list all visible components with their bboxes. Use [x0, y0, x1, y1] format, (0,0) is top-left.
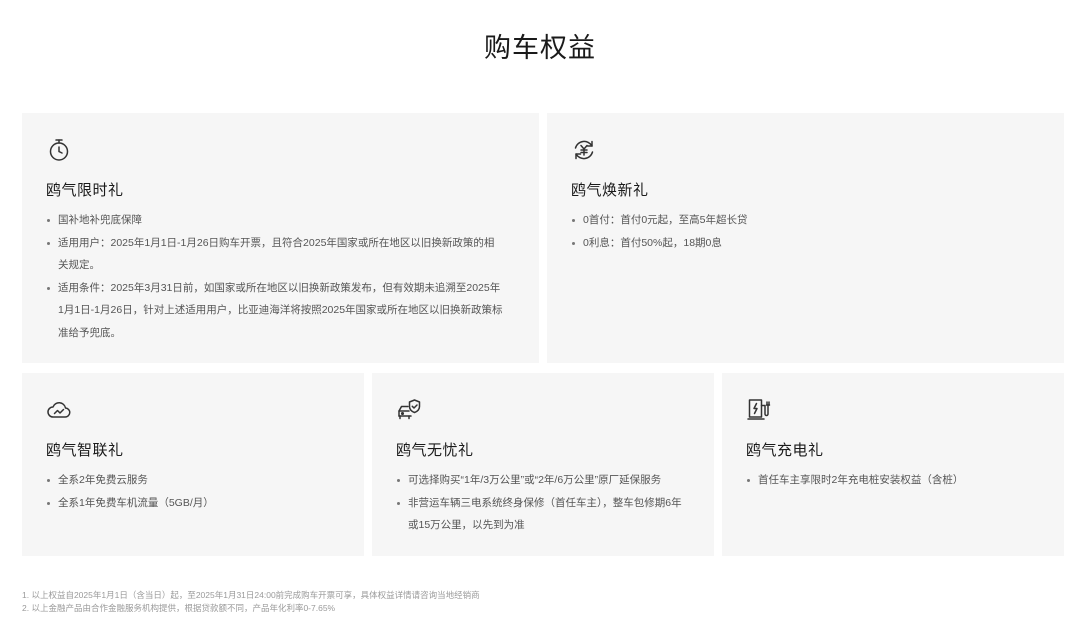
card-title: 鸥气智联礼 — [46, 442, 124, 459]
benefit-card-charging: 鸥气充电礼 首任车主享限时2年充电桩安装权益（含桩） — [722, 373, 1064, 556]
benefit-card-renewal: 鸥气焕新礼 0首付：首付0元起，至高5年超长贷 0利息：首付50%起，18期0息 — [547, 113, 1064, 363]
list-item: 可选择购买“1年/3万公里”或“2年/6万公里”原厂延保服务 — [396, 469, 692, 492]
benefit-list: 首任车主享限时2年充电桩安装权益（含桩） — [746, 469, 1040, 492]
card-title: 鸥气充电礼 — [746, 442, 824, 459]
benefit-list: 可选择购买“1年/3万公里”或“2年/6万公里”原厂延保服务 非营运车辆三电系统… — [396, 469, 692, 537]
yuan-exchange-icon — [571, 137, 597, 163]
benefit-card-limited-time: 鸥气限时礼 国补地补兜底保障 适用用户：2025年1月1日-1月26日购车开票，… — [22, 113, 539, 363]
card-title: 鸥气无忧礼 — [396, 442, 474, 459]
stopwatch-icon — [46, 137, 72, 163]
car-shield-icon — [396, 397, 422, 423]
footnotes: 1. 以上权益自2025年1月1日（含当日）起，至2025年1月31日24:00… — [22, 589, 1062, 615]
card-title: 鸥气限时礼 — [46, 182, 124, 199]
footnote: 2. 以上金融产品由合作金融服务机构提供，根据贷款额不同，产品年化利率0-7.6… — [22, 603, 336, 613]
page-title: 购车权益 — [484, 33, 596, 63]
benefit-card-connectivity: 鸥气智联礼 全系2年免费云服务 全系1年免费车机流量（5GB/月） — [22, 373, 364, 556]
benefit-list: 国补地补兜底保障 适用用户：2025年1月1日-1月26日购车开票，且符合202… — [46, 209, 503, 344]
benefit-card-worry-free: 鸥气无忧礼 可选择购买“1年/3万公里”或“2年/6万公里”原厂延保服务 非营运… — [372, 373, 714, 556]
list-item: 全系1年免费车机流量（5GB/月） — [46, 492, 340, 515]
benefit-list: 0首付：首付0元起，至高5年超长贷 0利息：首付50%起，18期0息 — [571, 209, 1040, 254]
list-item: 全系2年免费云服务 — [46, 469, 340, 492]
list-item: 适用条件：2025年3月31日前，如国家或所在地区以旧换新政策发布，但有效期未追… — [46, 277, 503, 345]
list-item: 0利息：首付50%起，18期0息 — [571, 232, 1040, 255]
card-title: 鸥气焕新礼 — [571, 182, 649, 199]
footnote: 1. 以上权益自2025年1月1日（含当日）起，至2025年1月31日24:00… — [22, 590, 480, 600]
list-item: 适用用户：2025年1月1日-1月26日购车开票，且符合2025年国家或所在地区… — [46, 232, 503, 277]
list-item: 首任车主享限时2年充电桩安装权益（含桩） — [746, 469, 1040, 492]
charging-pile-icon — [746, 397, 772, 423]
list-item: 非营运车辆三电系统终身保修（首任车主），整车包修期6年或15万公里，以先到为准 — [396, 492, 692, 537]
cloud-connect-icon — [46, 397, 72, 423]
list-item: 国补地补兜底保障 — [46, 209, 503, 232]
list-item: 0首付：首付0元起，至高5年超长贷 — [571, 209, 1040, 232]
benefit-list: 全系2年免费云服务 全系1年免费车机流量（5GB/月） — [46, 469, 340, 514]
